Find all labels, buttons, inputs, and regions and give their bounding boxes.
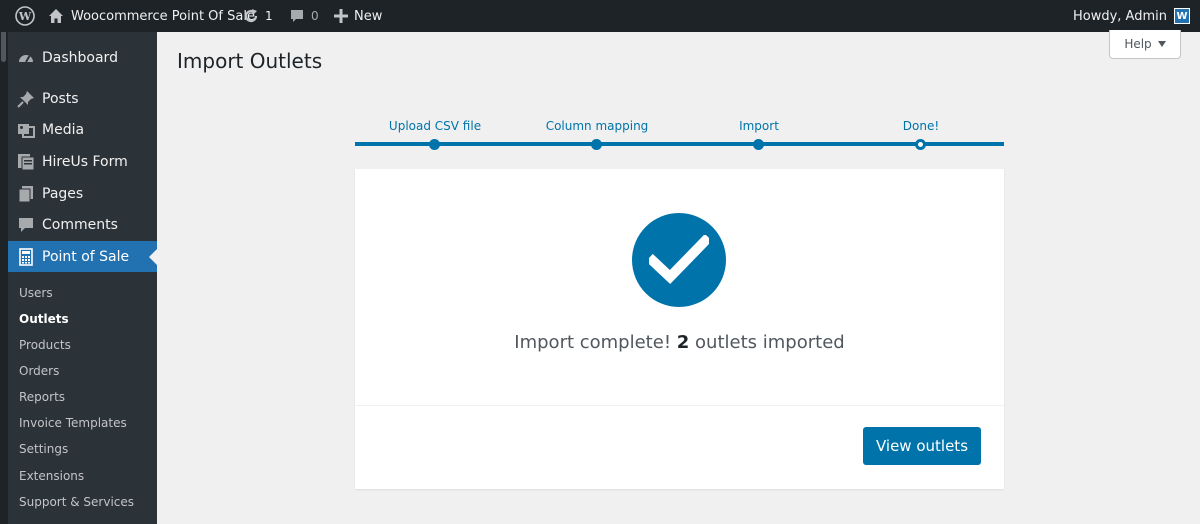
comment-bubble-icon <box>291 10 303 22</box>
menu-item-dashboard[interactable]: Dashboard <box>8 42 157 74</box>
help-label: Help <box>1124 37 1152 51</box>
home-icon <box>49 9 63 23</box>
step-label: Import <box>739 119 779 133</box>
avatar: W <box>1174 8 1190 24</box>
step-label: Column mapping <box>545 119 649 133</box>
menu-label: Pages <box>42 186 84 202</box>
new-label: New <box>354 8 383 24</box>
import-steps: Upload CSV file Column mapping Import Do… <box>355 117 1004 151</box>
step-dot <box>591 139 602 150</box>
site-name-link[interactable]: Woocommerce Point Of Sale <box>48 0 255 32</box>
calculator-icon <box>16 247 36 267</box>
result-prefix: Import complete! <box>514 332 672 353</box>
view-outlets-button[interactable]: View outlets <box>863 427 981 465</box>
import-result-message: Import complete! 2 outlets imported <box>355 332 1004 353</box>
step-label: Done! <box>902 119 940 133</box>
menu-label: Dashboard <box>42 50 118 66</box>
new-content-link[interactable]: New <box>334 0 382 32</box>
pin-icon <box>16 89 36 109</box>
menu-label: Media <box>42 122 85 138</box>
menu-label: Point of Sale <box>42 249 130 265</box>
media-icon <box>16 120 36 140</box>
step-label: Upload CSV file <box>388 119 482 133</box>
menu-label: Comments <box>42 217 118 233</box>
site-name: Woocommerce Point Of Sale <box>71 8 255 24</box>
step-dot <box>753 139 764 150</box>
caret-down-icon <box>1157 41 1166 47</box>
steps-progress-line <box>355 142 1004 146</box>
wordpress-logo-button[interactable]: W <box>10 0 40 32</box>
step-upload-csv: Upload CSV file <box>355 117 515 150</box>
menu-label: HireUs Form <box>42 154 128 170</box>
account-menu[interactable]: Howdy, Admin W <box>1073 0 1190 32</box>
comments-link[interactable]: 0 <box>289 0 319 32</box>
page-title: Import Outlets <box>177 49 323 73</box>
updates-link[interactable]: 1 <box>243 0 273 32</box>
refresh-icon <box>244 9 258 23</box>
menu-item-pages[interactable]: Pages <box>8 178 157 210</box>
plus-icon <box>334 9 348 23</box>
window-edge <box>0 0 8 524</box>
submenu-invoice-templates[interactable]: Invoice Templates <box>19 413 127 433</box>
submenu-orders[interactable]: Orders <box>19 361 59 381</box>
menu-item-posts[interactable]: Posts <box>8 83 157 115</box>
comment-icon <box>16 215 36 235</box>
menu-label: Posts <box>42 91 79 107</box>
step-column-mapping: Column mapping <box>517 117 677 150</box>
howdy-text: Howdy, Admin <box>1072 8 1167 24</box>
wordpress-icon: W <box>15 6 35 26</box>
step-done: Done! <box>841 117 1001 150</box>
step-dot <box>429 139 440 150</box>
step-import: Import <box>679 117 839 150</box>
submenu-support-services[interactable]: Support & Services <box>19 492 134 512</box>
dashboard-icon <box>16 48 36 68</box>
submenu-reports[interactable]: Reports <box>19 387 65 407</box>
import-result-card: Import complete! 2 outlets imported View… <box>355 169 1004 489</box>
card-divider <box>355 405 1004 406</box>
menu-item-point-of-sale[interactable]: Point of Sale <box>8 241 157 273</box>
admin-bar: W Woocommerce Point Of Sale 1 0 New Howd… <box>0 0 1200 32</box>
result-suffix: outlets imported <box>695 332 845 353</box>
help-button[interactable]: Help <box>1109 30 1181 59</box>
menu-item-media[interactable]: Media <box>8 114 157 146</box>
form-icon <box>16 152 36 172</box>
menu-item-hireus-form[interactable]: HireUs Form <box>8 146 157 178</box>
comments-count: 0 <box>311 9 319 23</box>
admin-sidebar: Dashboard Posts Media HireUs Form Pages … <box>8 32 157 524</box>
imported-count: 2 <box>676 332 690 353</box>
pages-icon <box>16 184 36 204</box>
submenu-settings[interactable]: Settings <box>19 439 68 459</box>
svg-text:W: W <box>18 10 32 23</box>
submenu-outlets[interactable]: Outlets <box>19 309 69 329</box>
menu-item-comments[interactable]: Comments <box>8 209 157 241</box>
submenu-users[interactable]: Users <box>19 283 53 303</box>
point-of-sale-submenu: Users Outlets Products Orders Reports In… <box>8 272 157 524</box>
updates-count: 1 <box>265 9 273 23</box>
step-dot-current <box>915 139 926 150</box>
success-check-icon <box>632 213 726 307</box>
submenu-products[interactable]: Products <box>19 335 71 355</box>
submenu-extensions[interactable]: Extensions <box>19 466 84 486</box>
